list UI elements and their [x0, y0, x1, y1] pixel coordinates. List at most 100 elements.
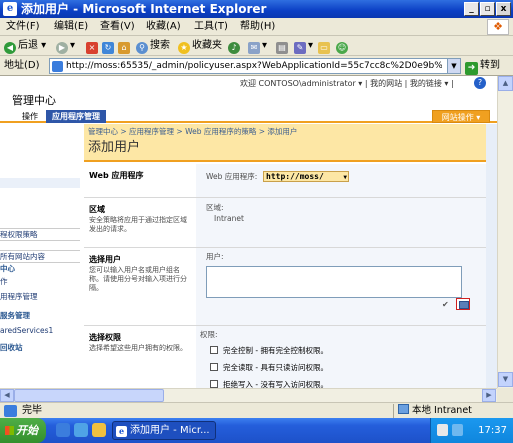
favorites-button[interactable]: ★ 收藏夹 — [178, 39, 222, 54]
welcome-menu[interactable]: 欢迎 CONTOSO\administrator ▾ | 我的网站 | 我的链接… — [240, 78, 454, 89]
permission-deny-write[interactable]: 拒绝写入 - 没有写入访问权限。 — [210, 379, 328, 388]
section-desc-permissions: 选择希望这些用户拥有的权限。 — [89, 344, 187, 352]
nav-item-app-management[interactable]: 用程序管理 — [0, 291, 80, 302]
checkbox[interactable] — [210, 363, 218, 371]
left-navigation: 程权限策略 所有网站内容 中心 作 用程序管理 服务管理 aredService… — [0, 128, 82, 388]
scroll-right-icon[interactable]: ▶ — [482, 389, 496, 402]
start-button[interactable]: 开始 — [0, 418, 46, 443]
close-button[interactable]: x — [496, 2, 511, 16]
zone-value: Intranet — [214, 214, 244, 223]
site-title[interactable]: 管理中心 — [12, 94, 56, 108]
folder-button[interactable]: ▭ — [318, 39, 332, 54]
menu-favorites[interactable]: 收藏(A) — [146, 20, 181, 34]
maximize-button[interactable]: ▫ — [480, 2, 495, 16]
quicklaunch-ie-icon[interactable] — [56, 423, 70, 437]
minimize-button[interactable]: _ — [464, 2, 479, 16]
site-actions-button[interactable]: 网站操作 ▾ — [432, 110, 490, 123]
vertical-scrollbar[interactable]: ▲ ▼ — [497, 76, 513, 388]
internet-explorer-icon: e — [116, 426, 127, 437]
checkbox[interactable] — [210, 380, 218, 388]
refresh-button[interactable]: ↻ — [102, 39, 116, 54]
section-title-web-application: Web 应用程序 — [89, 171, 144, 180]
address-url[interactable]: http://moss:65535/_admin/policyuser.aspx… — [66, 60, 442, 73]
edit-button[interactable]: ✎ ▾ — [294, 39, 313, 54]
page-title: 添加用户 — [88, 140, 141, 155]
scroll-corner — [497, 388, 513, 402]
section-right: 用户: ✔ — [196, 248, 486, 325]
stop-icon: × — [86, 42, 98, 54]
go-arrow-icon: ➜ — [465, 62, 478, 75]
address-input[interactable]: http://moss:65535/_admin/policyuser.aspx… — [49, 58, 461, 74]
address-dropdown-icon[interactable]: ▼ — [447, 59, 460, 73]
browse-people-icon[interactable] — [456, 298, 470, 310]
nav-item-shared-services1[interactable]: aredServices1 — [0, 325, 80, 336]
scroll-up-icon[interactable]: ▲ — [498, 76, 513, 91]
quicklaunch-messenger-icon[interactable] — [92, 423, 106, 437]
system-tray: 17:37 — [430, 418, 513, 443]
menu-view[interactable]: 查看(V) — [100, 20, 135, 34]
window-title-bar[interactable]: e 添加用户 - Microsoft Internet Explorer _ ▫… — [0, 0, 513, 18]
menu-help[interactable]: 帮助(H) — [240, 20, 275, 34]
title-area: 管理中心 > 应用程序管理 > Web 应用程序的策略 > 添加用户 添加用户 — [84, 124, 487, 162]
section-right: Web 应用程序: http://moss/ ▼ — [196, 164, 486, 197]
page-done-icon — [4, 405, 17, 417]
messenger-button[interactable]: ☺ — [336, 39, 350, 54]
permission-full-read[interactable]: 完全读取 - 具有只读访问权限。 — [210, 362, 328, 373]
menu-file[interactable]: 文件(F) — [6, 20, 40, 34]
nav-item-all-site-content[interactable]: 所有网站内容 — [0, 250, 80, 263]
print-button[interactable]: ▤ — [276, 39, 290, 54]
tray-volume-icon[interactable] — [452, 424, 463, 436]
tab-application-management[interactable]: 应用程序管理 — [46, 110, 106, 123]
folder-icon: ▭ — [318, 42, 330, 54]
zone-label: 区域: — [206, 203, 224, 212]
security-zone[interactable]: 本地 Intranet — [393, 404, 493, 418]
section-permissions: 选择权限 选择希望这些用户拥有的权限。 权限: 完全控制 - 拥有完全控制权限。… — [84, 326, 486, 388]
sp-top-bar: 欢迎 CONTOSO\administrator ▾ | 我的网站 | 我的链接… — [0, 76, 497, 91]
nav-item-operations[interactable]: 作 — [0, 276, 80, 287]
menu-edit[interactable]: 编辑(E) — [54, 20, 88, 34]
search-button[interactable]: ⚲ 搜索 — [136, 39, 170, 54]
checkbox[interactable] — [210, 346, 218, 354]
nav-item-central-admin[interactable]: 中心 — [0, 263, 80, 274]
scroll-thumb[interactable] — [14, 389, 164, 402]
breadcrumb[interactable]: 管理中心 > 应用程序管理 > Web 应用程序的策略 > 添加用户 — [88, 127, 297, 137]
nav-panel-top — [0, 178, 80, 188]
web-application-selector[interactable]: http://moss/ ▼ — [263, 171, 349, 182]
clock: 17:37 — [478, 425, 507, 436]
users-input[interactable] — [206, 266, 462, 298]
permission-full-control[interactable]: 完全控制 - 拥有完全控制权限。 — [210, 345, 328, 356]
windows-logo-icon: ❖ — [487, 19, 509, 35]
taskbar-ie-window[interactable]: e 添加用户 - Micr... — [112, 421, 216, 440]
section-left: 选择用户 您可以输入用户名或用户组名称。请使用分号对输入项进行分隔。 — [84, 248, 196, 325]
mail-icon: ✉ — [248, 42, 260, 54]
horizontal-scrollbar[interactable]: ◀ ▶ — [0, 388, 497, 402]
help-icon[interactable]: ? — [474, 77, 486, 89]
back-button[interactable]: ◀ 后退 ▾ — [4, 39, 46, 54]
section-title-zone: 区域 — [89, 205, 105, 214]
toolbar: ◀ 后退 ▾ ▶ ▾ × ↻ ⌂ ⚲ 搜索 ★ 收藏夹 ♪ ✉ ▾ ▤ ✎ ▾ ▭ ☺ — [0, 36, 513, 56]
media-icon: ♪ — [228, 42, 240, 54]
permissions-label: 权限: — [200, 330, 218, 339]
internet-explorer-icon: e — [3, 2, 17, 16]
search-icon: ⚲ — [136, 42, 148, 54]
forward-button[interactable]: ▶ ▾ — [56, 39, 75, 54]
mail-button[interactable]: ✉ ▾ — [248, 39, 267, 54]
back-arrow-icon: ◀ — [4, 42, 16, 54]
scroll-down-icon[interactable]: ▼ — [498, 372, 513, 387]
tray-network-icon[interactable] — [437, 424, 448, 436]
section-title-permissions: 选择权限 — [89, 333, 121, 342]
stop-button[interactable]: × — [86, 39, 100, 54]
windows-flag-icon — [5, 426, 14, 435]
nav-item-shared-services-admin[interactable]: 服务管理 — [0, 310, 80, 321]
menu-tools[interactable]: 工具(T) — [194, 20, 228, 34]
home-button[interactable]: ⌂ — [118, 39, 132, 54]
nav-item-recycle-bin[interactable]: 回收站 — [0, 342, 80, 353]
tab-operations[interactable]: 操作 — [16, 110, 44, 123]
media-button[interactable]: ♪ — [228, 39, 242, 54]
go-button[interactable]: ➜ 转到 — [465, 58, 510, 75]
check-names-icon[interactable]: ✔ — [442, 300, 452, 310]
quicklaunch-desktop-icon[interactable] — [74, 423, 88, 437]
scroll-left-icon[interactable]: ◀ — [0, 389, 14, 402]
start-label: 开始 — [16, 424, 38, 437]
nav-item-policy[interactable]: 程权限策略 — [0, 228, 80, 241]
